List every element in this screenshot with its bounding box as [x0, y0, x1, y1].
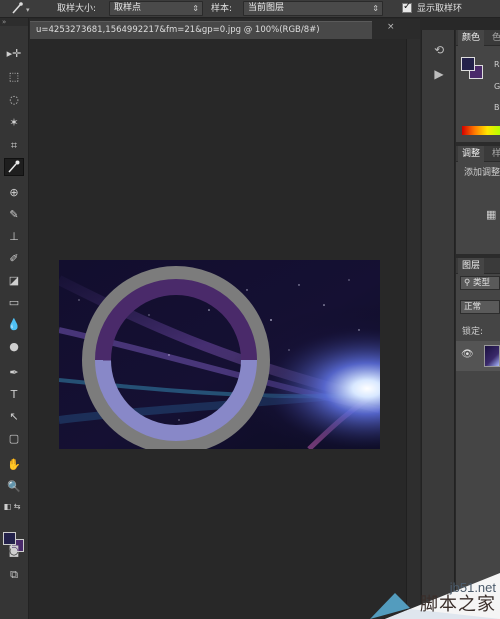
history-brush-icon[interactable]: ✐ — [4, 250, 24, 268]
crop-icon[interactable]: ⌗ — [4, 137, 24, 155]
visibility-eye-icon[interactable]: 👁 — [461, 349, 474, 360]
svg-text:▾: ▾ — [26, 6, 30, 14]
sample-size-value: 取样点 — [114, 3, 142, 13]
adjustment-icon[interactable]: ▦ — [486, 208, 496, 221]
brush-icon[interactable]: ✎ — [4, 206, 24, 224]
g-label: G — [494, 82, 500, 91]
stamp-icon[interactable]: ⊥ — [4, 228, 24, 246]
blend-mode-value: 正常 — [464, 302, 482, 312]
shape-icon[interactable]: ▢ — [4, 430, 24, 448]
pen-icon[interactable]: ✒ — [4, 364, 24, 382]
panel-foreground-swatch[interactable] — [461, 57, 475, 71]
eyedropper-preset-picker[interactable]: ▾ — [5, 0, 33, 18]
adjust-panel-header: 调整 样 — [456, 146, 500, 162]
layers-panel-header: 图层 — [456, 258, 500, 274]
sample-label: 样本: — [211, 4, 233, 14]
panel-collapse-icon[interactable]: » — [0, 18, 28, 26]
lock-label: 锁定: — [462, 327, 484, 337]
collapsed-panel-strip: ⟲ ▶ — [421, 30, 455, 619]
color-panel-header: 颜色 色 — [456, 30, 500, 46]
tools-panel: » ▸✛ ⬚ ◌ ✶ ⌗ ⊕ ✎ ⊥ ✐ ◪ ▭ 💧 ● ✒ T ↖ ▢ ✋ 🔍… — [0, 18, 29, 619]
document-tab-title: u=4253273681,1564992217&fm=21&gp=0.jpg @… — [36, 25, 320, 35]
updown-arrow-icon: ⇕ — [372, 4, 379, 13]
magic-wand-icon[interactable]: ✶ — [4, 114, 24, 132]
marquee-icon[interactable]: ⬚ — [4, 68, 24, 86]
eyedropper-icon[interactable] — [4, 158, 24, 176]
foreground-color-swatch[interactable] — [3, 532, 16, 545]
hand-icon[interactable]: ✋ — [4, 456, 24, 474]
options-bar: ▾ 取样大小: 取样点 ⇕ 样本: 当前图层 ⇕ 显示取样环 — [0, 0, 500, 18]
lasso-icon[interactable]: ◌ — [4, 91, 24, 109]
screen-mode-icon[interactable]: ⧉ — [4, 566, 24, 584]
show-ring-checkbox[interactable] — [402, 1, 412, 13]
tab-adjustments[interactable]: 调整 — [458, 146, 485, 162]
updown-arrow-icon: ⇕ — [192, 4, 199, 13]
right-panels: 颜色 色 R G B 调整 样 添加调整 ▦ 图层 ⚲ 类型 正常 锁定: 👁 — [456, 30, 500, 619]
dodge-icon[interactable]: ● — [4, 338, 24, 356]
b-label: B — [494, 103, 500, 112]
default-colors-icon[interactable]: ◧ ⇆ — [2, 498, 22, 516]
sample-size-dropdown[interactable]: 取样点 ⇕ — [109, 1, 203, 16]
sample-dropdown[interactable]: 当前图层 ⇕ — [243, 1, 383, 16]
add-adjustment-label: 添加调整 — [464, 168, 500, 178]
blend-mode-dropdown[interactable]: 正常 — [460, 300, 500, 314]
tab-layers[interactable]: 图层 — [458, 258, 485, 274]
zoom-icon[interactable]: 🔍 — [4, 478, 24, 496]
eyedropper-icon: ▾ — [12, 2, 30, 14]
move-icon[interactable]: ▸✛ — [4, 45, 24, 63]
document-image[interactable] — [59, 260, 380, 449]
tab-styles[interactable]: 样 — [492, 146, 500, 162]
r-label: R — [494, 60, 500, 69]
path-select-icon[interactable]: ↖ — [4, 408, 24, 426]
gradient-icon[interactable]: ▭ — [4, 294, 24, 312]
healing-icon[interactable]: ⊕ — [4, 184, 24, 202]
search-icon: ⚲ — [464, 278, 471, 288]
tab-color[interactable]: 颜色 — [458, 30, 485, 46]
watermark-brand: 脚本之家 — [420, 594, 496, 615]
document-tab-bar: u=4253273681,1564992217&fm=21&gp=0.jpg @… — [30, 19, 420, 39]
show-ring-label: 显示取样环 — [417, 4, 463, 14]
color-spectrum[interactable] — [462, 126, 500, 135]
document-tab[interactable]: u=4253273681,1564992217&fm=21&gp=0.jpg @… — [30, 21, 372, 39]
close-icon[interactable]: × — [387, 22, 395, 32]
type-icon[interactable]: T — [4, 386, 24, 404]
watermark: jb51.net 脚本之家 — [350, 573, 500, 619]
blur-icon[interactable]: 💧 — [4, 316, 24, 334]
layer-thumbnail — [484, 345, 500, 367]
sample-size-label: 取样大小: — [57, 4, 97, 14]
layer-filter-value: 类型 — [472, 278, 490, 288]
eraser-icon[interactable]: ◪ — [4, 272, 24, 290]
layer-filter-field[interactable]: ⚲ 类型 — [460, 276, 500, 290]
tab-swatches[interactable]: 色 — [492, 30, 500, 46]
actions-play-icon[interactable]: ▶ — [431, 66, 447, 82]
layer-row[interactable]: 👁 — [456, 341, 500, 371]
vertical-scrollbar[interactable] — [406, 39, 420, 619]
sample-value: 当前图层 — [248, 3, 285, 13]
history-icon[interactable]: ⟲ — [431, 42, 447, 58]
